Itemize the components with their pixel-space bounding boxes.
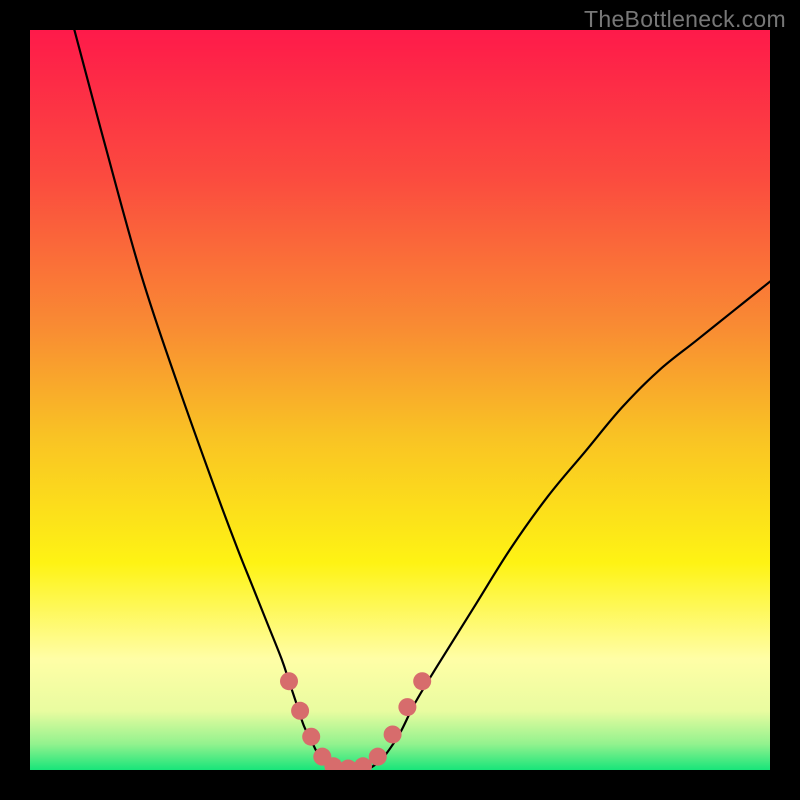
watermark-text: TheBottleneck.com: [584, 6, 786, 33]
curve-left: [74, 30, 340, 770]
chart-frame: TheBottleneck.com: [0, 0, 800, 800]
marker-dot: [398, 698, 416, 716]
marker-dot: [291, 702, 309, 720]
plot-area: [30, 30, 770, 770]
marker-dot: [384, 725, 402, 743]
marker-dot: [369, 748, 387, 766]
marker-dot: [280, 672, 298, 690]
curve-layer: [30, 30, 770, 770]
marker-dot: [302, 728, 320, 746]
curve-right: [363, 282, 770, 770]
marker-dot: [413, 672, 431, 690]
